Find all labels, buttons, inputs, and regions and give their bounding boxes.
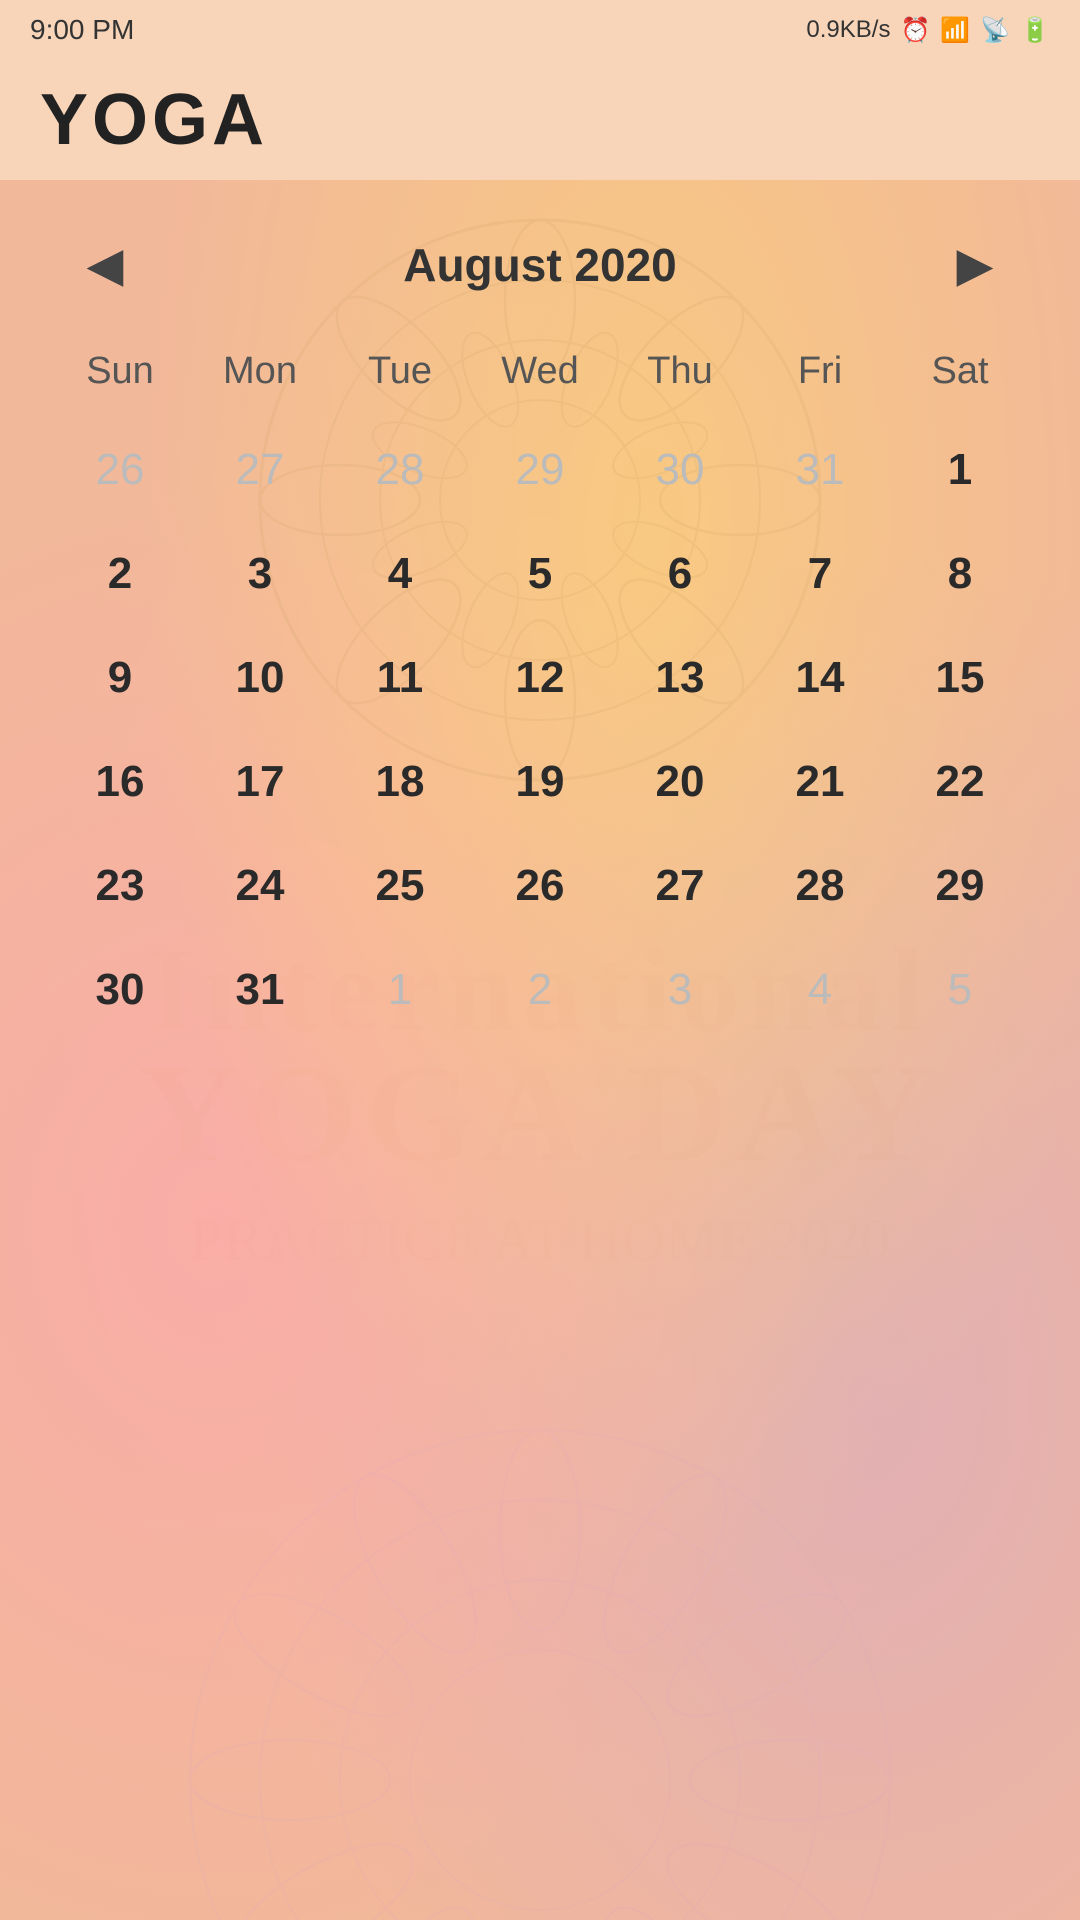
network-speed: 0.9KB/s xyxy=(806,16,890,44)
next-month-button[interactable]: ▶ xyxy=(940,230,1010,300)
calendar-cell[interactable]: 27 xyxy=(610,839,750,933)
calendar-cell[interactable]: 10 xyxy=(190,631,330,725)
calendar-cell[interactable]: 27 xyxy=(190,423,330,517)
day-header-tue: Tue xyxy=(330,340,470,403)
app-title: YOGA xyxy=(40,79,268,161)
calendar-grid: 2627282930311234567891011121314151617181… xyxy=(30,423,1050,1037)
month-navigation: ◀ August 2020 ▶ xyxy=(30,200,1050,340)
calendar-cell[interactable]: 21 xyxy=(750,735,890,829)
day-header-fri: Fri xyxy=(750,340,890,403)
calendar-cell[interactable]: 25 xyxy=(330,839,470,933)
calendar-cell[interactable]: 3 xyxy=(610,943,750,1037)
calendar-cell[interactable]: 1 xyxy=(890,423,1030,517)
prev-month-button[interactable]: ◀ xyxy=(70,230,140,300)
status-icons: 0.9KB/s ⏰ 📶 📡 🔋 xyxy=(806,16,1050,45)
calendar-cell[interactable]: 17 xyxy=(190,735,330,829)
calendar-cell[interactable]: 13 xyxy=(610,631,750,725)
calendar-wrapper: International YOGA DAY PRACTICE AT HOME … xyxy=(0,180,1080,1920)
calendar-cell[interactable]: 31 xyxy=(750,423,890,517)
day-header-sat: Sat xyxy=(890,340,1030,403)
calendar-cell[interactable]: 30 xyxy=(610,423,750,517)
calendar-cell[interactable]: 19 xyxy=(470,735,610,829)
calendar-cell[interactable]: 28 xyxy=(750,839,890,933)
calendar-cell[interactable]: 14 xyxy=(750,631,890,725)
calendar-cell[interactable]: 2 xyxy=(50,527,190,621)
calendar-cell[interactable]: 11 xyxy=(330,631,470,725)
calendar-cell[interactable]: 28 xyxy=(330,423,470,517)
calendar-cell[interactable]: 24 xyxy=(190,839,330,933)
app-header: YOGA xyxy=(0,60,1080,180)
calendar-cell[interactable]: 3 xyxy=(190,527,330,621)
calendar-cell[interactable]: 22 xyxy=(890,735,1030,829)
day-header-wed: Wed xyxy=(470,340,610,403)
calendar-cell[interactable]: 23 xyxy=(50,839,190,933)
status-time: 9:00 PM xyxy=(30,14,134,46)
battery-icon: 🔋 xyxy=(1020,16,1050,45)
calendar-cell[interactable]: 12 xyxy=(470,631,610,725)
day-header-thu: Thu xyxy=(610,340,750,403)
calendar-cell[interactable]: 4 xyxy=(330,527,470,621)
calendar-cell[interactable]: 29 xyxy=(470,423,610,517)
calendar-cell[interactable]: 5 xyxy=(470,527,610,621)
calendar-cell[interactable]: 20 xyxy=(610,735,750,829)
signal-icon: 📶 xyxy=(940,16,970,45)
calendar-cell[interactable]: 5 xyxy=(890,943,1030,1037)
calendar-cell[interactable]: 7 xyxy=(750,527,890,621)
day-header-sun: Sun xyxy=(50,340,190,403)
calendar-container: ◀ August 2020 ▶ SunMonTueWedThuFriSat 26… xyxy=(0,180,1080,1057)
calendar-cell[interactable]: 26 xyxy=(50,423,190,517)
calendar-cell[interactable]: 6 xyxy=(610,527,750,621)
calendar-cell[interactable]: 15 xyxy=(890,631,1030,725)
wifi-icon: 📡 xyxy=(980,16,1010,45)
calendar-cell[interactable]: 30 xyxy=(50,943,190,1037)
day-header-mon: Mon xyxy=(190,340,330,403)
calendar-cell[interactable]: 8 xyxy=(890,527,1030,621)
calendar-cell[interactable]: 26 xyxy=(470,839,610,933)
calendar-cell[interactable]: 9 xyxy=(50,631,190,725)
calendar-cell[interactable]: 29 xyxy=(890,839,1030,933)
calendar-cell[interactable]: 2 xyxy=(470,943,610,1037)
calendar-cell[interactable]: 18 xyxy=(330,735,470,829)
day-headers: SunMonTueWedThuFriSat xyxy=(30,340,1050,403)
calendar-cell[interactable]: 16 xyxy=(50,735,190,829)
alarm-icon: ⏰ xyxy=(900,16,930,45)
status-bar: 9:00 PM 0.9KB/s ⏰ 📶 📡 🔋 xyxy=(0,0,1080,60)
calendar-cell[interactable]: 1 xyxy=(330,943,470,1037)
month-title: August 2020 xyxy=(403,238,677,292)
calendar-cell[interactable]: 4 xyxy=(750,943,890,1037)
calendar-cell[interactable]: 31 xyxy=(190,943,330,1037)
